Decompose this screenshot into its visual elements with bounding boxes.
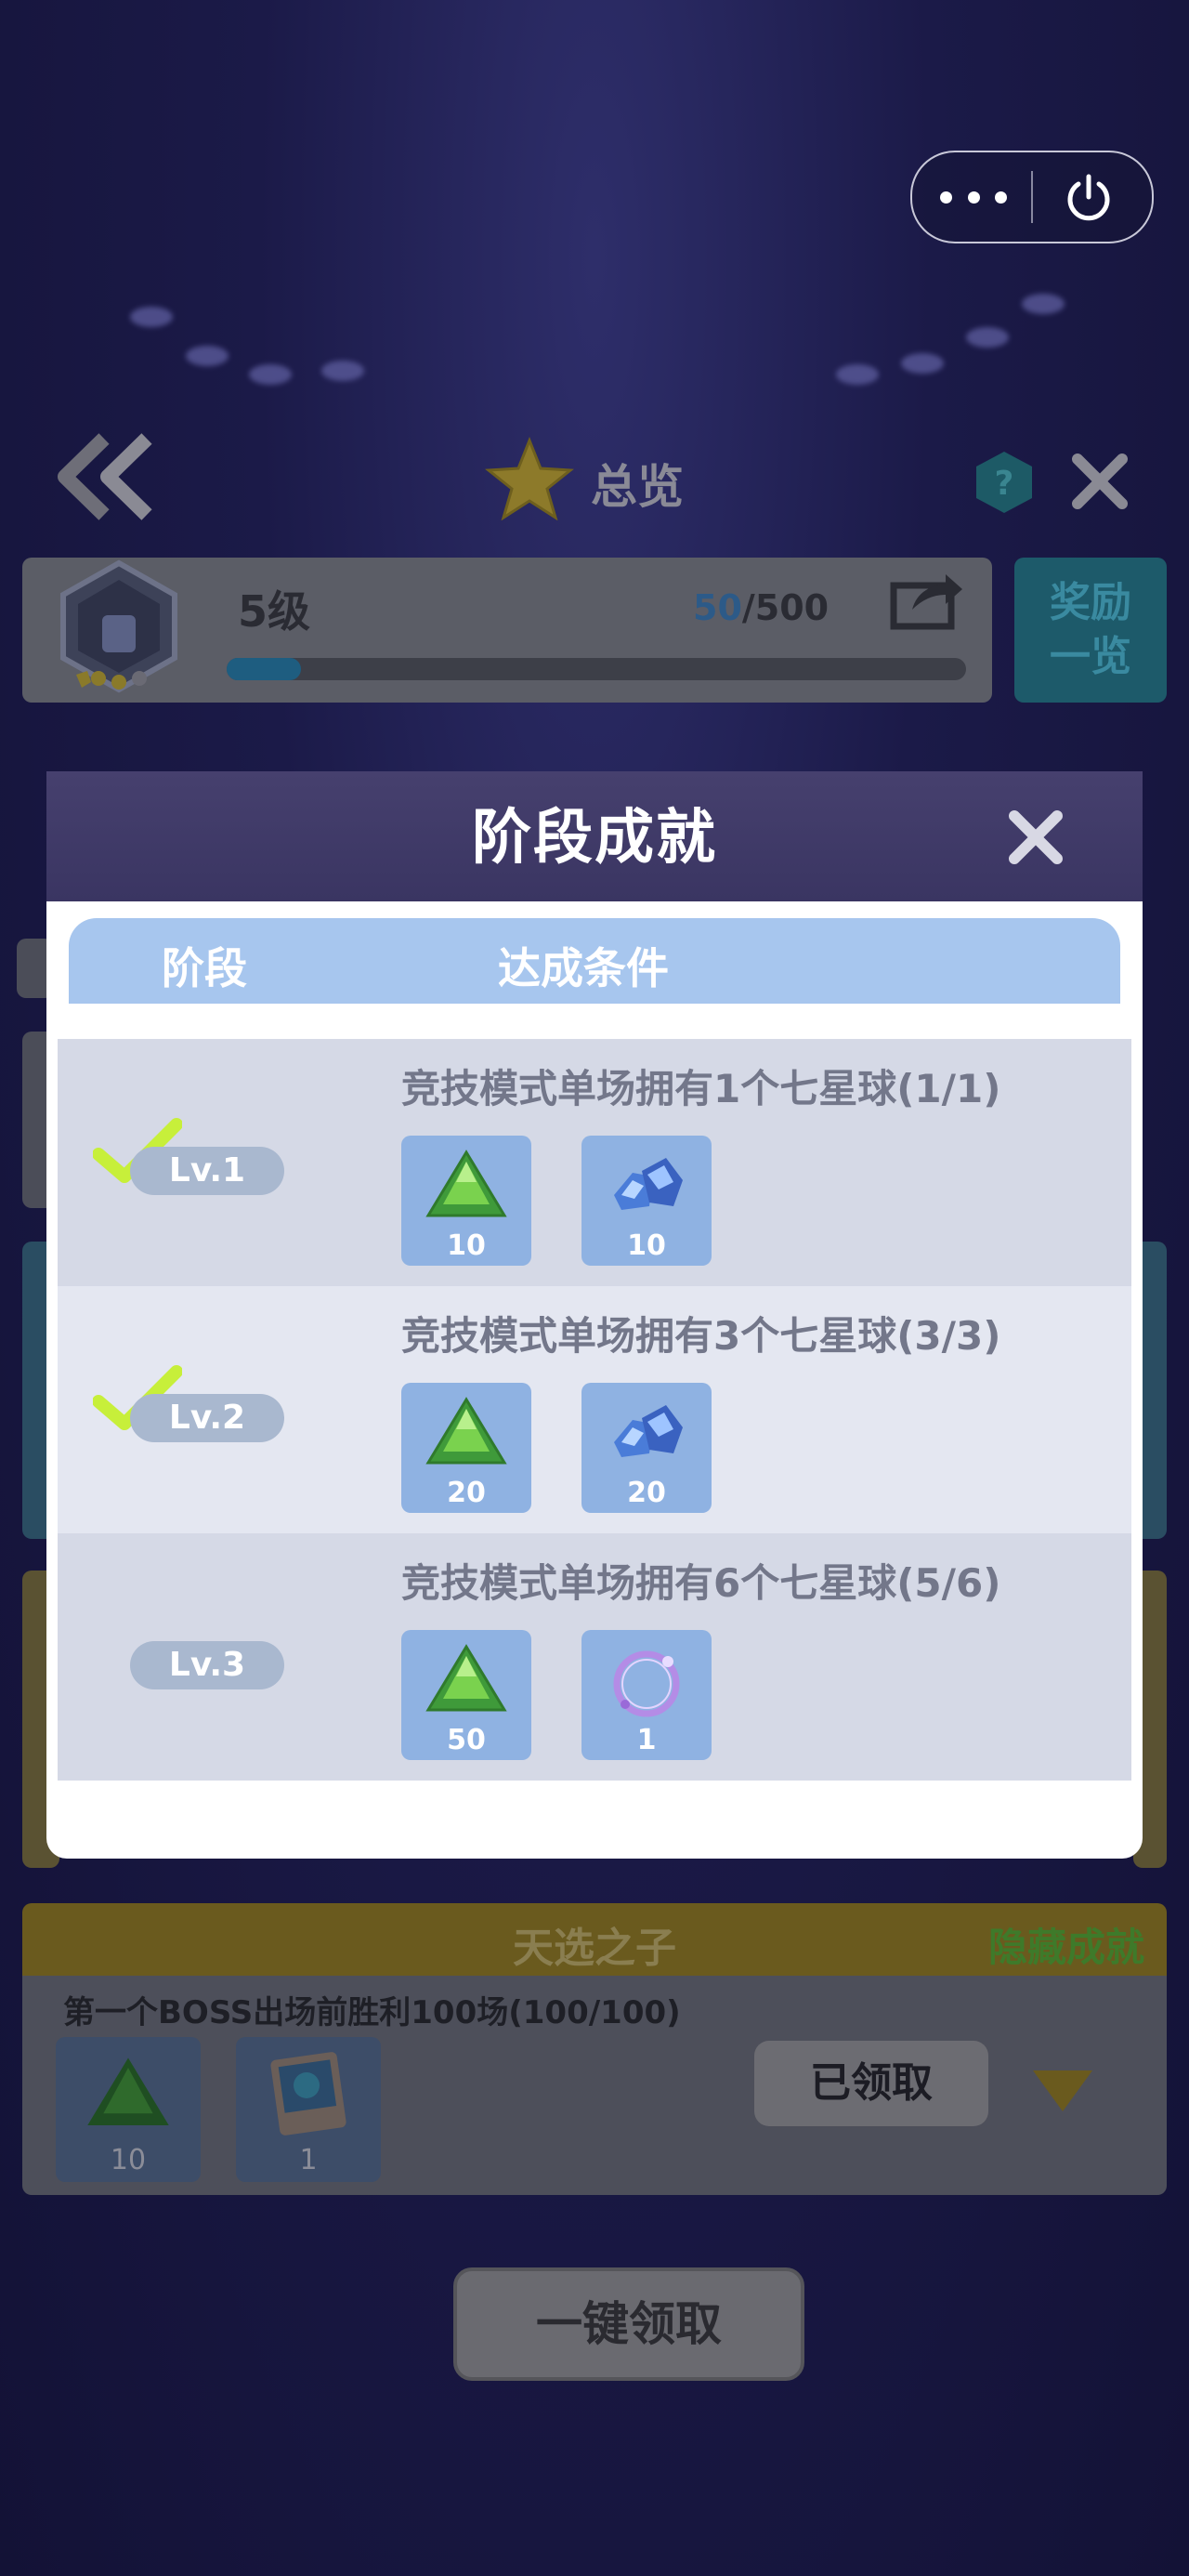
modal-close-icon[interactable] <box>1003 805 1068 870</box>
stage-level-badge: Lv.3 <box>130 1641 284 1689</box>
col-stage-header: 阶段 <box>162 943 247 993</box>
stage-condition: 竞技模式单场拥有6个七星球(5/6) <box>401 1560 1001 1606</box>
back-icon[interactable] <box>58 433 162 520</box>
page-title: 总览 <box>591 460 684 514</box>
reward-qty: 50 <box>447 1724 486 1756</box>
reward-item[interactable]: 10 <box>581 1136 712 1266</box>
achievement-description: 第一个BOSS出场前胜利100场(100/100) <box>63 1994 681 2031</box>
stage-row-2: Lv.2 竞技模式单场拥有3个七星球(3/3) 20 20 <box>58 1286 1131 1533</box>
star-icon <box>485 437 574 520</box>
stage-level-badge: Lv.2 <box>130 1394 284 1442</box>
progress-current: 50 <box>693 587 742 628</box>
reward-item[interactable]: 10 <box>56 2037 201 2182</box>
reward-item[interactable]: 20 <box>401 1383 531 1513</box>
close-page-icon[interactable] <box>1070 452 1130 511</box>
green-gem-icon <box>425 1397 507 1465</box>
reward-item[interactable]: 10 <box>401 1136 531 1266</box>
reward-qty: 20 <box>627 1477 666 1509</box>
power-icon[interactable] <box>1061 169 1117 225</box>
stage-condition: 竞技模式单场拥有3个七星球(3/3) <box>401 1313 1001 1359</box>
stage-level-badge: Lv.1 <box>130 1147 284 1195</box>
mini-program-capsule <box>910 151 1154 243</box>
green-gem-icon <box>87 2057 169 2125</box>
stage-condition: 竞技模式单场拥有1个七星球(1/1) <box>401 1066 1001 1111</box>
reward-qty: 10 <box>627 1229 666 1262</box>
claim-all-button[interactable]: 一键领取 <box>453 2267 804 2381</box>
reward-qty: 1 <box>299 2144 318 2176</box>
reward-overview-button[interactable]: 奖励一览 <box>1014 558 1167 703</box>
purple-ring-icon <box>613 1650 680 1717</box>
green-gem-icon <box>425 1644 507 1712</box>
green-gem-icon <box>425 1150 507 1217</box>
capsule-divider <box>1031 171 1033 223</box>
table-header: 阶段 达成条件 <box>69 918 1120 1004</box>
level-progress-text: 50/500 <box>693 587 829 628</box>
reward-qty: 10 <box>110 2144 147 2176</box>
reward-qty: 10 <box>447 1229 486 1262</box>
reward-qty: 20 <box>447 1477 486 1509</box>
stage-row-3: Lv.3 竞技模式单场拥有6个七星球(5/6) 50 1 <box>58 1533 1131 1781</box>
stage-row-1: Lv.1 竞技模式单场拥有1个七星球(1/1) 10 10 <box>58 1039 1131 1286</box>
share-icon[interactable] <box>890 567 966 630</box>
reward-item[interactable]: 20 <box>581 1383 712 1513</box>
hidden-achievement-tag: 隐藏成就 <box>987 1925 1144 1970</box>
level-label: 5级 <box>238 586 311 637</box>
svg-text:?: ? <box>995 465 1014 503</box>
achievement-card-header: 天选之子 隐藏成就 <box>22 1903 1167 1976</box>
achievement-card-body: 第一个BOSS出场前胜利100场(100/100) 10 1 <box>22 1976 1167 2195</box>
modal-title: 阶段成就 <box>472 804 717 873</box>
level-badge-icon <box>60 559 177 693</box>
col-condition-header: 达成条件 <box>498 943 669 993</box>
progress-total: /500 <box>741 587 830 628</box>
level-progress-fill <box>227 658 301 680</box>
reward-item[interactable]: 1 <box>581 1630 712 1760</box>
help-icon[interactable]: ? <box>973 450 1035 515</box>
expand-arrow-icon[interactable] <box>1029 2065 1096 2115</box>
blue-crystal-icon <box>614 1405 683 1457</box>
reward-item[interactable]: 50 <box>401 1630 531 1760</box>
level-progress-bar <box>227 658 966 680</box>
claimed-button[interactable]: 已领取 <box>754 2041 988 2126</box>
blue-crystal-icon <box>614 1158 683 1210</box>
reward-overview-label: 奖励一览 <box>1050 579 1131 680</box>
avatar-card-icon <box>270 2052 346 2136</box>
more-icon[interactable] <box>940 180 1007 214</box>
reward-item[interactable]: 1 <box>236 2037 381 2182</box>
reward-qty: 1 <box>636 1724 657 1756</box>
